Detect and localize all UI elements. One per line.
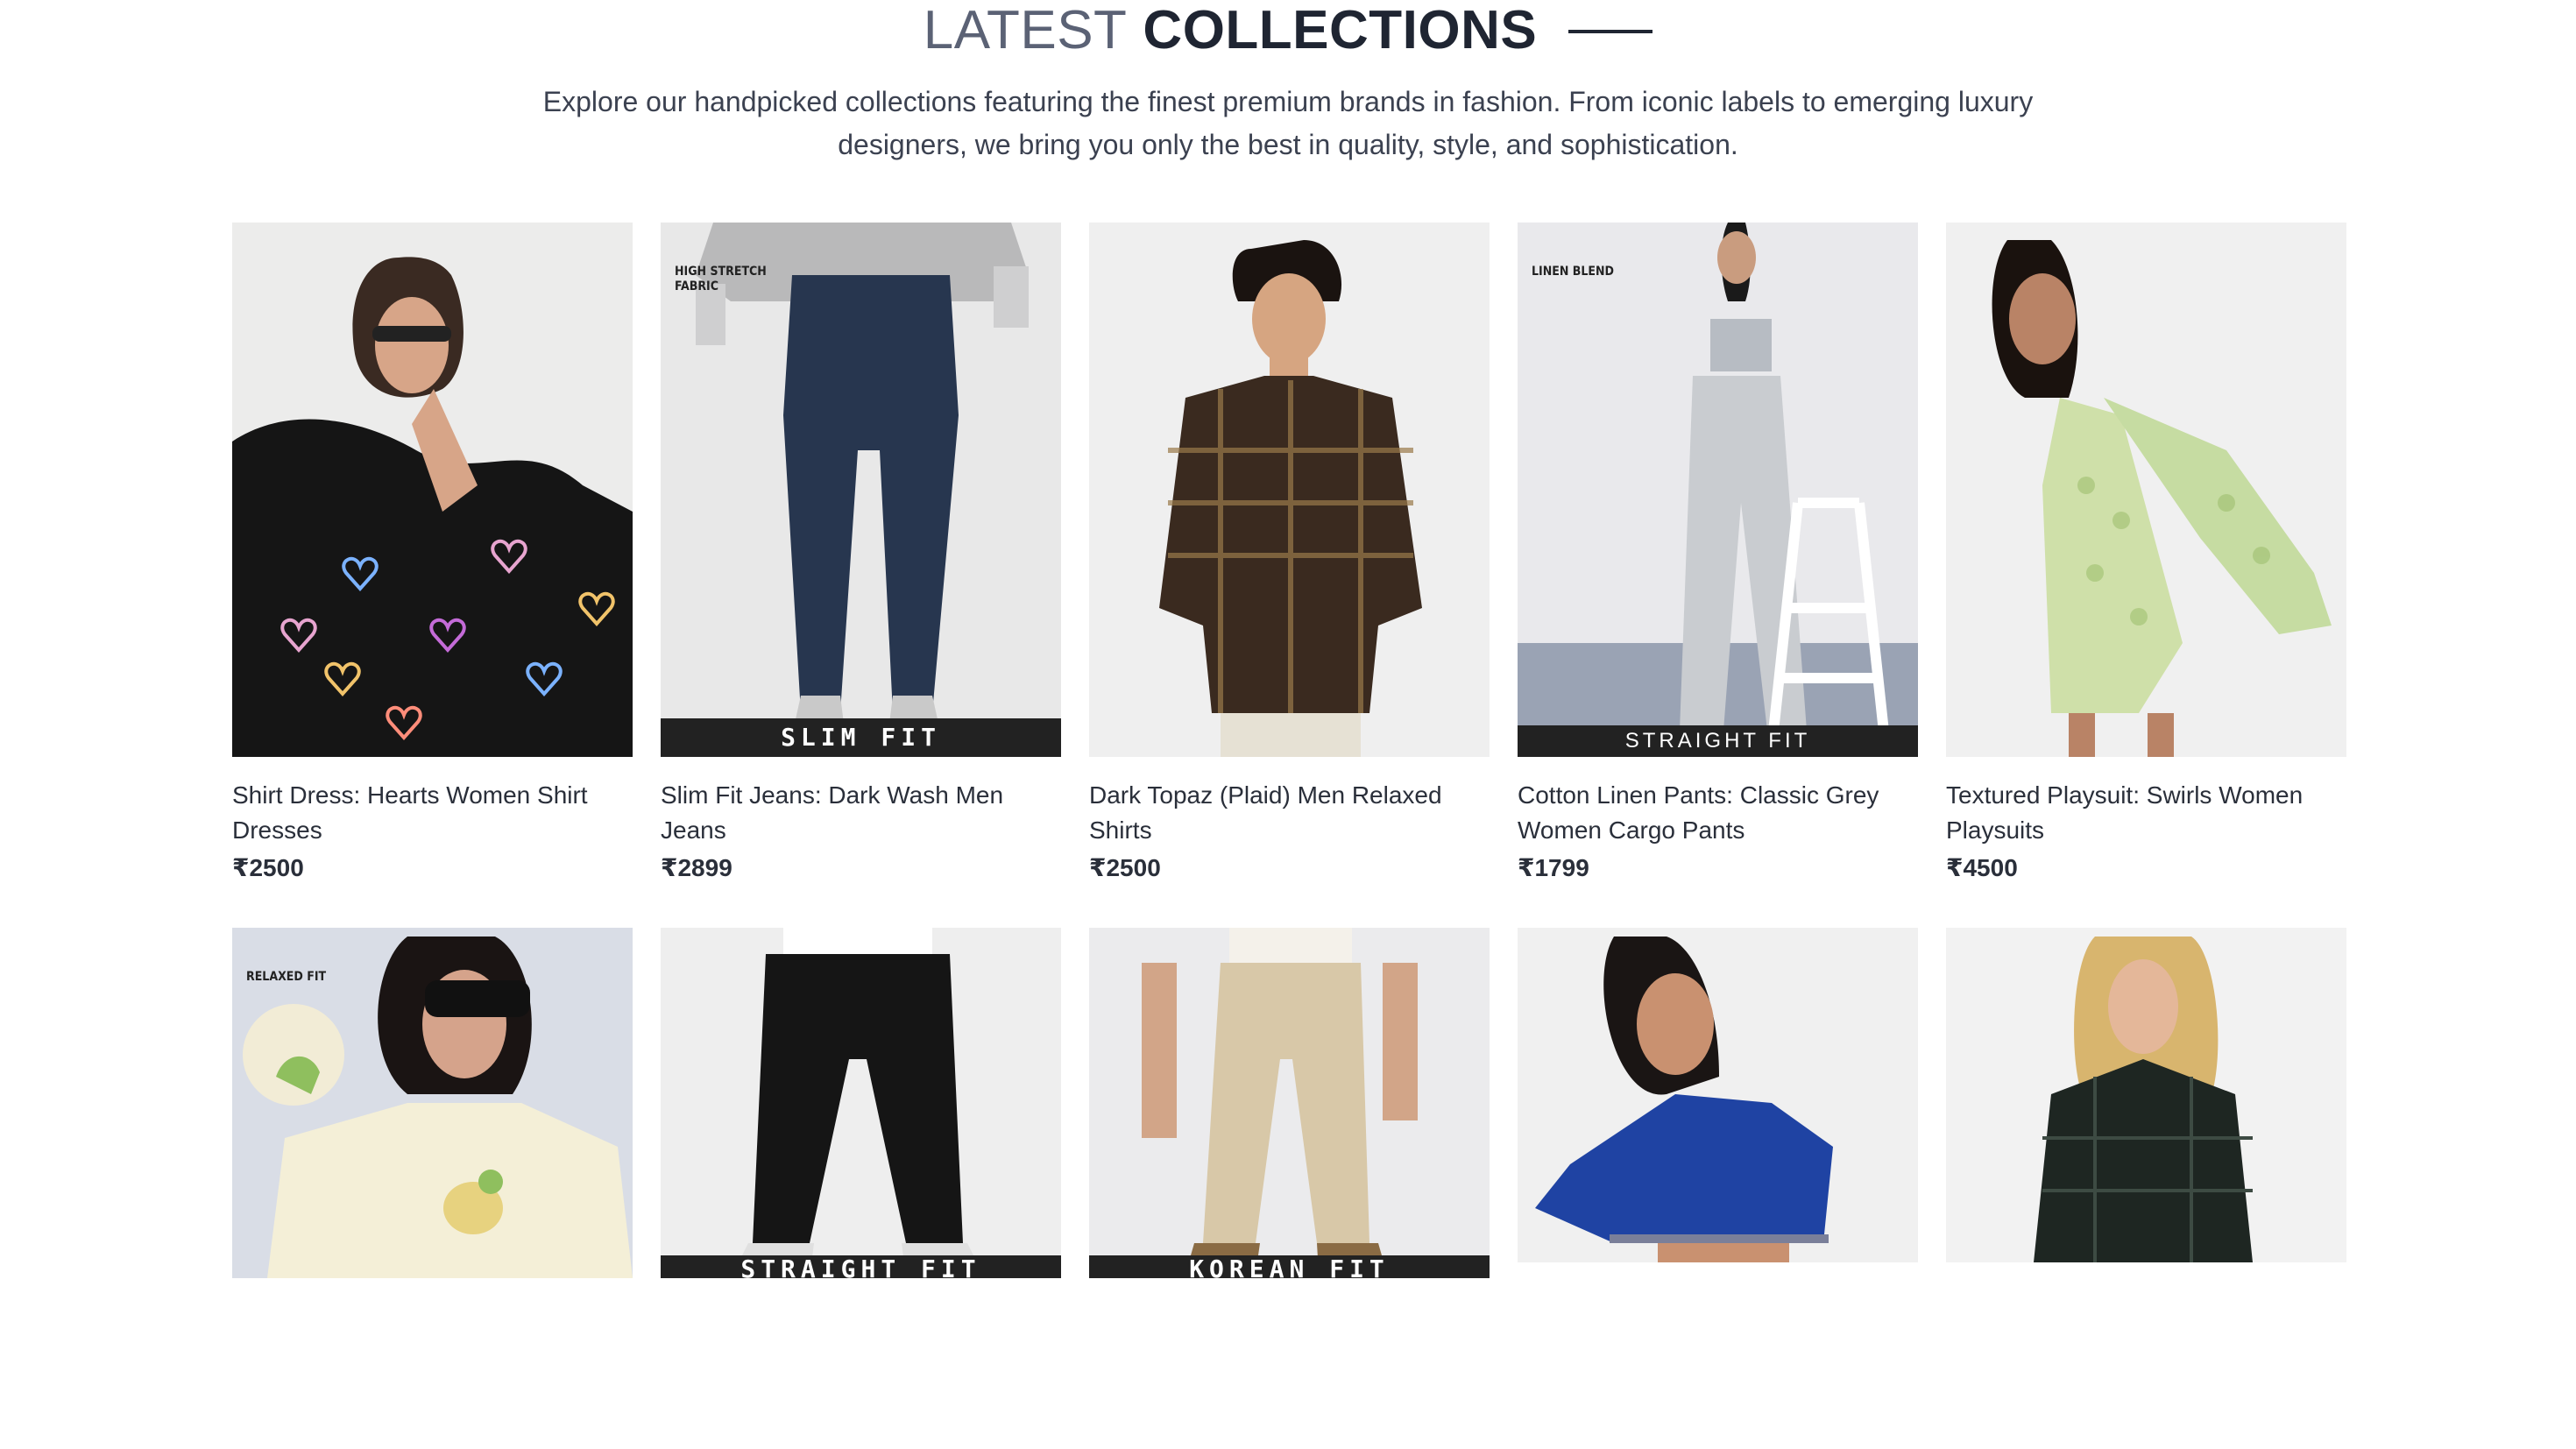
product-image[interactable]	[1089, 223, 1490, 757]
section-heading: LATEST COLLECTIONS	[0, 0, 2576, 60]
product-grid: Shirt Dress: Hearts Women Shirt Dresses …	[232, 223, 2346, 1278]
product-image[interactable]	[232, 223, 633, 757]
section-intro: Explore our handpicked collections featu…	[542, 86, 2034, 160]
product-image[interactable]: KOREAN FIT	[1089, 928, 1490, 1278]
product-image[interactable]: HIGH STRETCH FABRIC SLIM FIT	[661, 223, 1061, 757]
product-price: ₹2899	[661, 854, 732, 881]
product-card[interactable]: RELAXED FIT	[232, 928, 633, 1278]
product-image[interactable]: STRAIGHT FIT	[661, 928, 1061, 1278]
product-price: ₹1799	[1518, 854, 1589, 881]
product-card[interactable]	[1518, 928, 1918, 1278]
product-title[interactable]: Dark Topaz (Plaid) Men Relaxed Shirts	[1089, 778, 1490, 848]
product-title[interactable]: Shirt Dress: Hearts Women Shirt Dresses	[232, 778, 633, 848]
product-card[interactable]: HIGH STRETCH FABRIC SLIM FIT Slim Fit Je…	[661, 223, 1061, 882]
product-tag: RELAXED FIT	[246, 970, 327, 984]
product-price: ₹2500	[1089, 854, 1161, 881]
product-tag: LINEN BLEND	[1532, 265, 1615, 279]
product-fit-band: STRAIGHT FIT	[661, 1255, 1061, 1278]
product-tag: HIGH STRETCH FABRIC	[675, 265, 767, 293]
product-title[interactable]: Slim Fit Jeans: Dark Wash Men Jeans	[661, 778, 1061, 848]
product-image[interactable]: LINEN BLEND STRAIGHT FIT	[1518, 223, 1918, 757]
product-fit-band: SLIM FIT	[661, 718, 1061, 757]
product-card[interactable]: Shirt Dress: Hearts Women Shirt Dresses …	[232, 223, 633, 882]
product-image[interactable]	[1946, 223, 2346, 757]
product-card[interactable]	[1946, 928, 2346, 1278]
product-card[interactable]: Dark Topaz (Plaid) Men Relaxed Shirts ₹2…	[1089, 223, 1490, 882]
product-fit-band: STRAIGHT FIT	[1518, 725, 1918, 757]
product-card[interactable]: KOREAN FIT	[1089, 928, 1490, 1278]
product-image[interactable]: RELAXED FIT	[232, 928, 633, 1278]
heading-light: LATEST	[923, 0, 1128, 60]
product-price: ₹2500	[232, 854, 304, 881]
product-card[interactable]: Textured Playsuit: Swirls Women Playsuit…	[1946, 223, 2346, 882]
product-title[interactable]: Cotton Linen Pants: Classic Grey Women C…	[1518, 778, 1918, 848]
product-title[interactable]: Textured Playsuit: Swirls Women Playsuit…	[1946, 778, 2346, 848]
product-image[interactable]	[1518, 928, 1918, 1262]
product-price: ₹4500	[1946, 854, 2018, 881]
product-fit-band: KOREAN FIT	[1089, 1255, 1490, 1278]
product-card[interactable]: STRAIGHT FIT	[661, 928, 1061, 1278]
heading-bold: COLLECTIONS	[1143, 0, 1538, 60]
heading-rule	[1568, 30, 1653, 33]
product-card[interactable]: LINEN BLEND STRAIGHT FIT Cotton Linen Pa…	[1518, 223, 1918, 882]
product-image[interactable]	[1946, 928, 2346, 1262]
